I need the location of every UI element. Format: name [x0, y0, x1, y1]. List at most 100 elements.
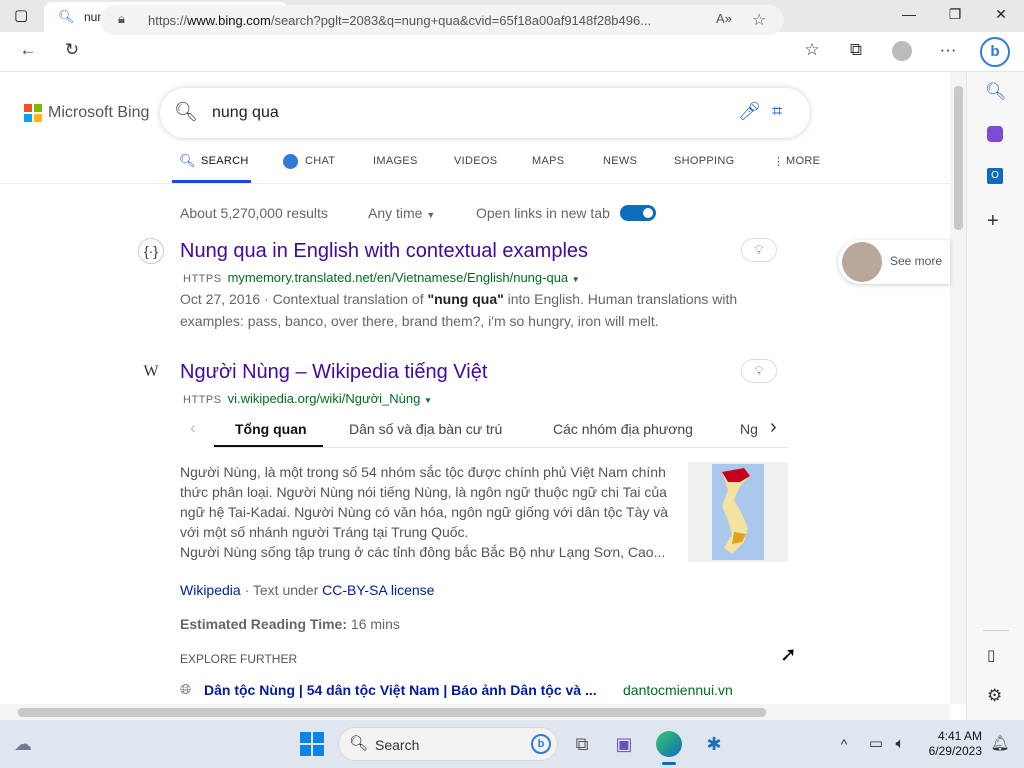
wikipedia-favicon-icon: W — [143, 363, 159, 380]
chevron-down-icon: ▼ — [571, 275, 580, 284]
bing-taskbar-icon: b — [531, 734, 551, 754]
time-filter[interactable]: Any time ▼ — [368, 205, 435, 221]
subtab-rule — [214, 447, 788, 448]
wikipedia-extract: Người Nùng, là một trong số 54 nhóm sắc … — [180, 464, 669, 560]
taskbar-search-icon: 🔍︎ — [349, 735, 369, 752]
open-new-tab-label: Open links in new tab — [476, 205, 610, 221]
tab-search[interactable]: SEARCH — [201, 155, 249, 167]
see-more-card[interactable]: See more — [838, 240, 950, 284]
horizontal-scroll-thumb[interactable] — [18, 708, 766, 717]
sidebar-panel-icon[interactable]: ▯ — [987, 646, 995, 664]
subtab-local-groups[interactable]: Các nhóm địa phương — [553, 421, 693, 437]
see-more-thumbnail — [842, 242, 882, 282]
lock-icon[interactable]: 🔒︎ — [118, 11, 125, 27]
search-favicon-icon: 🔍︎ — [58, 9, 75, 24]
microphone-icon[interactable]: 🎤︎ — [738, 101, 761, 122]
edge-taskbar-icon[interactable] — [656, 731, 682, 757]
globe-icon: 🌐︎ — [180, 681, 192, 697]
navigation-bar — [0, 32, 1024, 72]
vertical-scroll-thumb[interactable] — [954, 86, 963, 230]
close-window-button[interactable]: ✕ — [986, 6, 1016, 23]
address-url: https://www.bing.com/search?pglt=2083&q=… — [148, 13, 652, 28]
address-bar[interactable]: 🔒︎ https://www.bing.com/search?pglt=2083… — [100, 5, 784, 35]
show-hidden-icons[interactable]: ^ — [830, 730, 858, 758]
explore-link[interactable]: Dân tộc Nùng | 54 dân tộc Việt Nam | Báo… — [204, 682, 597, 698]
taskbar-search-label: Search — [375, 737, 420, 753]
widgets-icon[interactable]: ☁ — [9, 730, 37, 758]
microsoft-logo-icon — [24, 104, 42, 122]
tab-chat[interactable]: CHAT — [305, 155, 335, 167]
tab-maps[interactable]: MAPS — [532, 155, 564, 167]
collections-icon[interactable]: ⧉ — [844, 40, 868, 60]
result-count: About 5,270,000 results — [180, 205, 328, 221]
refresh-button[interactable]: ↻ — [60, 40, 84, 60]
vietnam-map-image[interactable] — [688, 462, 788, 562]
tab-actions-icon[interactable]: ▢ — [14, 6, 28, 24]
edge-sidebar: 🔍︎ O + ▯ ⚙ — [966, 72, 1024, 720]
header-divider — [0, 183, 950, 184]
sidebar-office-icon[interactable] — [987, 126, 1003, 142]
more-options-icon[interactable]: ··· — [936, 40, 960, 60]
search-query[interactable]: nung qua — [212, 104, 279, 122]
chevron-down-icon: ▼ — [424, 396, 432, 405]
visual-search-icon[interactable]: ⌗ — [772, 101, 782, 122]
chat-icon — [283, 154, 298, 169]
sidebar-search-icon[interactable]: 🔍︎ — [985, 82, 1007, 102]
wikipedia-link[interactable]: Wikipedia — [180, 582, 241, 598]
mouse-cursor-icon: ➚ — [780, 644, 797, 666]
task-view-icon[interactable]: ⧉ — [568, 730, 596, 758]
result-title[interactable]: Nung qua in English with contextual exam… — [180, 240, 588, 263]
sidebar-outlook-icon[interactable]: O — [987, 168, 1003, 184]
minimize-button[interactable]: — — [894, 6, 924, 22]
tab-more[interactable]: MORE — [786, 155, 820, 167]
notification-icon[interactable]: 🔔︎ — [986, 730, 1014, 758]
copilot-icon[interactable]: b — [980, 37, 1010, 67]
see-more-label: See more — [890, 254, 943, 268]
explore-site[interactable]: dantocmiennui.vn — [623, 682, 733, 698]
subtab-prev-icon[interactable]: ‹ — [190, 418, 196, 438]
bing-logo-text: Microsoft Bing — [48, 104, 150, 121]
sidebar-add-icon[interactable]: + — [987, 210, 999, 233]
clock-time: 4:41 AM — [937, 729, 982, 743]
search-icon: 🔍︎ — [174, 102, 199, 123]
back-button[interactable]: ← — [16, 40, 40, 60]
favorites-icon[interactable]: ☆ — [800, 40, 824, 60]
more-dots-icon[interactable]: ⋮ — [773, 155, 784, 168]
result-url[interactable]: HTTPS mymemory.translated.net/en/Vietname… — [183, 270, 580, 285]
result-snippet: Oct 27, 2016 · Contextual translation of… — [180, 291, 738, 329]
sidebar-divider — [983, 630, 1009, 631]
system-clock[interactable]: 4:41 AM 6/29/2023 — [920, 729, 982, 759]
explore-further-heading: EXPLORE FURTHER — [180, 652, 298, 666]
search-box[interactable]: 🔍︎ nung qua 🎤︎ ⌗ — [160, 88, 810, 138]
start-button[interactable] — [300, 732, 324, 756]
tab-videos[interactable]: VIDEOS — [454, 155, 497, 167]
mymemory-favicon-icon: {·} — [138, 238, 164, 264]
result-url[interactable]: HTTPS vi.wikipedia.org/wiki/Người_Nùng ▼ — [183, 391, 432, 406]
search-scope-icon: 🔍︎ — [179, 153, 196, 168]
subtab-next-icon[interactable]: › — [770, 416, 777, 439]
result-title[interactable]: Người Nùng – Wikipedia tiếng Việt — [180, 361, 487, 384]
tab-news[interactable]: NEWS — [603, 155, 637, 167]
tab-images[interactable]: IMAGES — [373, 155, 418, 167]
chevron-down-icon: ▼ — [426, 210, 436, 220]
teams-chat-icon[interactable]: ▣ — [610, 730, 638, 758]
sidebar-settings-icon[interactable]: ⚙ — [987, 686, 1002, 706]
clock-date: 6/29/2023 — [928, 744, 982, 758]
edge-active-indicator — [662, 762, 676, 765]
volume-icon[interactable]: 🔈︎ — [886, 730, 914, 758]
tab-shopping[interactable]: SHOPPING — [674, 155, 734, 167]
open-new-tab-toggle[interactable] — [620, 205, 656, 221]
favorite-star-icon[interactable]: ☆ — [752, 10, 766, 30]
subtab-population[interactable]: Dân số và địa bàn cư trú — [349, 421, 502, 437]
store-taskbar-icon[interactable]: ✱ — [700, 730, 728, 758]
profile-avatar[interactable] — [892, 41, 912, 61]
license-link[interactable]: CC-BY-SA license — [322, 582, 434, 598]
restore-button[interactable]: ❐ — [940, 6, 970, 23]
lightbulb-icon[interactable]: 💡︎ — [741, 238, 777, 262]
taskbar-search[interactable]: 🔍︎ Search b — [338, 727, 558, 761]
subtab-overview[interactable]: Tổng quan — [235, 421, 307, 437]
reading-time: Estimated Reading Time: 16 mins — [180, 616, 400, 632]
subtab-next[interactable]: Ng — [740, 421, 758, 437]
read-aloud-icon[interactable]: A» — [716, 11, 732, 26]
lightbulb-icon[interactable]: 💡︎ — [741, 359, 777, 383]
